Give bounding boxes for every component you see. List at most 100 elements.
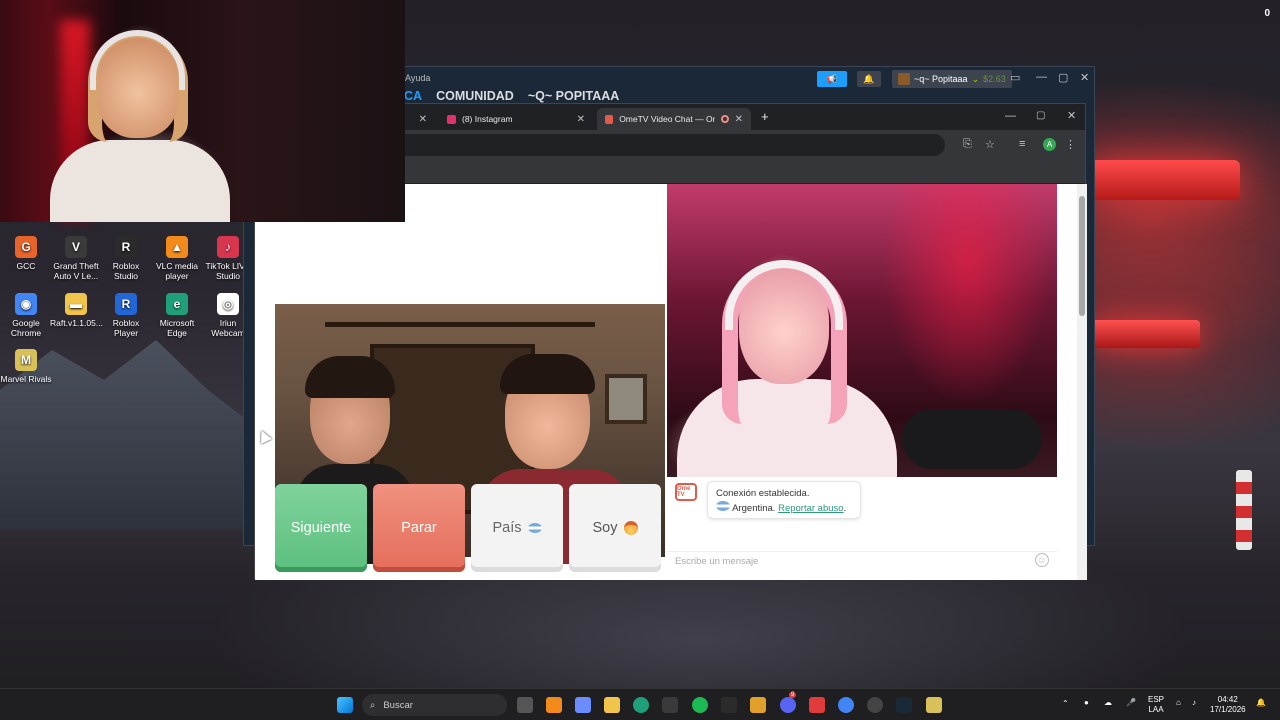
report-abuse-link[interactable]: Reportar abuso: [778, 503, 843, 514]
country-button[interactable]: País: [471, 484, 563, 572]
steam-nav-community[interactable]: COMUNIDAD: [436, 89, 514, 103]
new-tab-button[interactable]: +: [761, 109, 769, 124]
ometv-favicon-icon: [605, 114, 614, 124]
youtube-icon[interactable]: [809, 697, 825, 713]
vlc-icon[interactable]: [546, 697, 562, 713]
discord-icon[interactable]: 9: [780, 692, 797, 713]
microphone-icon[interactable]: 🎤: [1126, 698, 1136, 708]
steam-nav: CA COMUNIDAD ~Q~ POPITAAA: [404, 89, 619, 103]
search-icon: ⌕: [370, 699, 376, 711]
steam-nav-store[interactable]: CA: [404, 89, 422, 103]
wallpaper-gas-station-sign: [1090, 320, 1200, 348]
edge-icon[interactable]: [633, 697, 649, 713]
taskbar-search[interactable]: ⌕ Buscar: [362, 694, 507, 716]
clock[interactable]: 04:42 17/1/2026: [1210, 695, 1246, 715]
close-icon[interactable]: ✕: [419, 114, 427, 125]
gender-label: Soy: [592, 520, 618, 536]
store-icon[interactable]: [662, 697, 678, 713]
desktop-icon[interactable]: G GCC: [0, 236, 52, 271]
steam-username: ~q~ Popitaaa: [914, 74, 968, 84]
steam-user-menu[interactable]: ~q~ Popitaaa ⌄ $2.63: [892, 70, 1012, 88]
obs-icon[interactable]: [867, 697, 883, 713]
next-button[interactable]: Siguiente: [275, 484, 367, 572]
install-app-icon[interactable]: ⎘: [963, 138, 972, 151]
close-icon[interactable]: ✕: [577, 114, 585, 125]
desktop-icon[interactable]: R Roblox Player: [100, 293, 152, 338]
minimize-icon[interactable]: —: [1036, 71, 1047, 83]
big-picture-icon[interactable]: ▭: [1010, 71, 1020, 84]
app-icon[interactable]: [750, 697, 766, 713]
stop-label: Parar: [401, 520, 437, 536]
spotify-icon[interactable]: [692, 697, 708, 713]
desktop-icon[interactable]: e Microsoft Edge: [151, 293, 203, 338]
desktop-icon-label: GCC: [16, 261, 36, 271]
capcut-icon[interactable]: [721, 697, 737, 713]
network-icon[interactable]: ⌂: [1176, 698, 1181, 708]
close-icon[interactable]: ✕: [1080, 71, 1089, 84]
steam-avatar: [898, 73, 910, 85]
file-explorer-icon[interactable]: [604, 697, 620, 713]
chat-panel: Ome TV Conexión establecida. Argentina. …: [667, 477, 1057, 580]
minimize-icon[interactable]: —: [1005, 110, 1016, 122]
desktop-icon-label: Marvel Rivals: [0, 374, 52, 384]
close-icon[interactable]: ✕: [1067, 109, 1076, 122]
kebab-menu-icon[interactable]: ⋮: [1065, 138, 1076, 151]
marvel-rivals-icon[interactable]: [926, 697, 942, 713]
maximize-icon[interactable]: ▢: [1058, 71, 1068, 84]
desktop-icon[interactable]: ◉ Google Chrome: [0, 293, 52, 338]
instagram-icon: [447, 114, 456, 124]
media-controls-icon[interactable]: ≡: [1019, 138, 1025, 150]
desktop-icon[interactable]: ▬ Raft.v1.1.05...: [50, 293, 103, 328]
stop-button[interactable]: Parar: [373, 484, 465, 572]
app-icon: ♪: [217, 236, 239, 258]
tray-app-icon[interactable]: ●: [1084, 698, 1089, 708]
desktop-icon[interactable]: M Marvel Rivals: [0, 349, 52, 384]
tab-title: (8) Instagram: [462, 114, 513, 124]
chrome-icon[interactable]: [838, 697, 854, 713]
maximize-icon[interactable]: ▢: [1036, 110, 1045, 121]
lang-code: ESP: [1148, 695, 1165, 704]
desktop-icon[interactable]: V Grand Theft Auto V Le...: [50, 236, 102, 281]
steam-nav-profile[interactable]: ~Q~ POPITAAA: [528, 89, 619, 103]
profile-avatar[interactable]: A: [1043, 138, 1056, 151]
steam-menu-help[interactable]: Ayuda: [405, 73, 430, 83]
language-indicator[interactable]: ESP LAA: [1148, 695, 1164, 715]
search-label: Buscar: [383, 699, 413, 711]
country-label: País: [492, 520, 522, 536]
corner-counter: 0: [1264, 8, 1270, 19]
desktop-icon[interactable]: R Roblox Studio: [100, 236, 152, 281]
ometv-logo: Ome TV: [675, 483, 697, 501]
desktop-icon-label: Roblox Player: [112, 318, 140, 338]
wallpaper-bollard: [1236, 470, 1252, 550]
microphone: [902, 409, 1042, 469]
bookmark-star-icon[interactable]: ☆: [985, 138, 995, 151]
recording-icon: [720, 115, 729, 123]
message-input[interactable]: Escribe un mensaje: [667, 551, 1057, 573]
app-icon: R: [115, 236, 137, 258]
notifications-icon[interactable]: 🔔: [1256, 698, 1266, 708]
app-icon: ◉: [15, 293, 37, 315]
emoji-icon[interactable]: ☺: [1035, 553, 1049, 567]
close-icon[interactable]: ✕: [735, 114, 743, 125]
volume-icon[interactable]: ♪: [1192, 698, 1196, 708]
megaphone-icon[interactable]: 📢: [817, 71, 847, 87]
windows-start-icon[interactable]: [337, 697, 353, 713]
page-scrollbar[interactable]: [1077, 184, 1087, 580]
chevron-down-icon: ⌄: [971, 73, 980, 84]
bell-icon[interactable]: 🔔: [857, 71, 881, 87]
desktop-icon[interactable]: ▲ VLC media player: [151, 236, 203, 281]
desktop-icon-label: Grand Theft Auto V Le...: [53, 261, 99, 281]
onedrive-icon[interactable]: ☁: [1104, 698, 1112, 708]
scrollbar-thumb[interactable]: [1079, 196, 1085, 316]
clock-time: 04:42: [1217, 695, 1238, 704]
task-view-icon[interactable]: [517, 697, 533, 713]
copilot-icon[interactable]: [575, 697, 591, 713]
next-label: Siguiente: [290, 520, 352, 536]
gender-button[interactable]: Soy: [569, 484, 661, 572]
tab-ometv[interactable]: OmeTV Video Chat — Ome ✕: [597, 108, 751, 130]
tab-instagram[interactable]: (8) Instagram ✕: [439, 108, 593, 130]
steam-icon[interactable]: [896, 697, 912, 713]
discord-badge: 9: [789, 692, 797, 698]
chevron-up-icon[interactable]: ⌃: [1062, 699, 1069, 709]
desktop-icon-label: Raft.v1.1.05...: [50, 318, 103, 328]
